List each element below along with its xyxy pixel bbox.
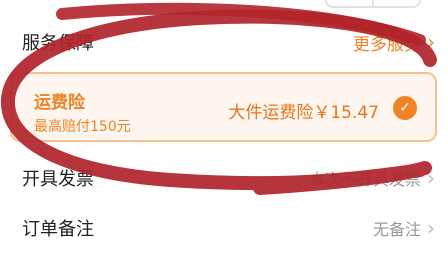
service-guarantee-row[interactable]: 服务保障 更多服务 › — [22, 22, 435, 62]
insurance-subtitle: 最高赔付150元 — [34, 119, 131, 135]
invoice-label: 开具发票 — [22, 169, 94, 190]
more-services-text: 更多服务 — [353, 34, 421, 55]
check-icon[interactable]: ✓ — [393, 96, 417, 120]
invoice-value: 本次不开具发票 — [308, 170, 421, 189]
order-confirm-panel: 服务保障 更多服务 › 运费险 最高赔付150元 大件运费险￥15.47 ✓ 开… — [0, 0, 447, 258]
quantity-stepper[interactable] — [325, 0, 421, 8]
order-note-value: 无备注 — [372, 220, 421, 239]
insurance-title: 运费险 — [34, 93, 85, 113]
insurance-price: 大件运费险￥15.47 — [228, 103, 379, 123]
order-note-row[interactable]: 订单备注 无备注 › — [22, 208, 435, 248]
service-guarantee-label: 服务保障 — [22, 33, 94, 54]
more-services-link[interactable]: 更多服务 › — [353, 30, 435, 55]
chevron-right-icon: › — [427, 166, 435, 190]
chevron-right-icon: › — [427, 216, 435, 240]
chevron-right-icon: › — [427, 30, 435, 54]
order-note-label: 订单备注 — [22, 219, 94, 240]
invoice-row[interactable]: 开具发票 本次不开具发票 › — [22, 158, 435, 198]
shipping-insurance-option[interactable]: 运费险 最高赔付150元 大件运费险￥15.47 ✓ — [10, 72, 437, 142]
